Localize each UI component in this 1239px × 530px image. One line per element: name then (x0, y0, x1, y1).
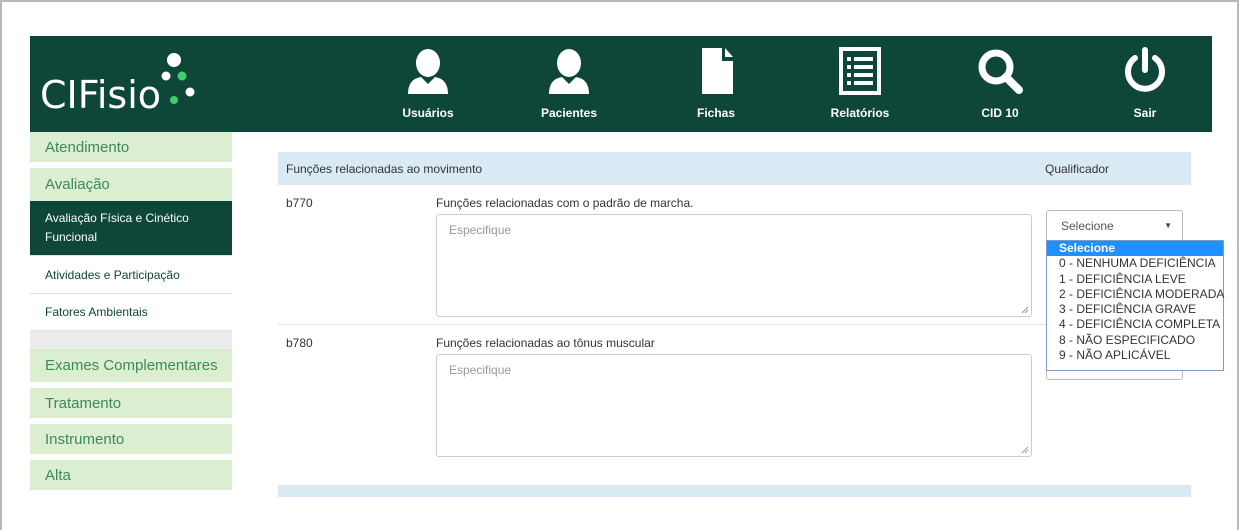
sidebar-subitem-avaliacao-fisica[interactable]: Avaliação Física e Cinético Funcional (30, 201, 232, 256)
sidebar-subitem-fatores[interactable]: Fatores Ambientais (30, 294, 232, 331)
nav-relatorios[interactable]: Relatórios (805, 36, 915, 132)
nav-label: Relatórios (830, 106, 890, 120)
sidebar-item-label: Fatores Ambientais (45, 305, 148, 319)
patient-icon (549, 49, 589, 94)
dropdown-option[interactable]: 3 - DEFICIÊNCIA GRAVE (1047, 302, 1223, 317)
dropdown-option[interactable]: 9 - NÃO APLICÁVEL (1047, 348, 1223, 363)
resize-handle-icon[interactable] (1021, 446, 1029, 454)
nav-fichas[interactable]: Fichas (661, 36, 771, 132)
main-nav: Usuários Pacientes Fichas Relatórios CID… (30, 36, 1212, 132)
sidebar-item-exames[interactable]: Exames Complementares (30, 349, 232, 382)
sidebar-spacer (30, 331, 232, 349)
document-icon (702, 48, 733, 94)
dropdown-option[interactable]: 0 - NENHUMA DEFICIÊNCIA (1047, 256, 1223, 271)
resize-handle-icon[interactable] (1021, 306, 1029, 314)
sidebar-item-label: Avaliação (45, 176, 110, 193)
sidebar-item-label: Instrumento (45, 430, 125, 448)
sidebar-item-instrumento[interactable]: Instrumento (30, 424, 232, 454)
select-value: Selecione (1061, 219, 1114, 233)
nav-label: Sair (1133, 106, 1157, 120)
specify-textarea[interactable]: Especifique (436, 214, 1032, 317)
qualifier-dropdown-list: Selecione 0 - NENHUMA DEFICIÊNCIA 1 - DE… (1046, 240, 1224, 371)
textarea-placeholder: Especifique (449, 223, 512, 237)
search-icon (978, 49, 1023, 94)
nav-sair[interactable]: Sair (1090, 36, 1200, 132)
sidebar-item-label: Atendimento (45, 138, 130, 156)
sidebar-item-avaliacao[interactable]: Avaliação (30, 168, 232, 201)
dropdown-option[interactable]: 1 - DEFICIÊNCIA LEVE (1047, 272, 1223, 287)
sidebar-item-label: Tratamento (45, 394, 122, 412)
caret-down-icon: ▼ (1164, 221, 1172, 230)
dropdown-option[interactable]: Selecione (1047, 241, 1223, 257)
row-description: Funções relacionadas com o padrão de mar… (436, 196, 694, 210)
user-icon (408, 49, 448, 94)
qualifier-select-b770[interactable]: Selecione ▼ (1046, 210, 1183, 242)
next-section-header (278, 485, 1191, 497)
power-icon (1125, 47, 1165, 92)
qualifier-header: Qualificador (1045, 162, 1110, 176)
sidebar-item-label: Exames Complementares (45, 357, 218, 374)
sidebar-item-atendimento[interactable]: Atendimento (30, 132, 232, 162)
dropdown-option[interactable]: 2 - DEFICIÊNCIA MODERADA (1047, 287, 1224, 302)
nav-pacientes[interactable]: Pacientes (514, 36, 624, 132)
row-description: Funções relacionadas ao tônus muscular (436, 336, 655, 350)
nav-label: Usuários (402, 106, 454, 120)
row-code: b770 (286, 196, 313, 210)
sidebar-item-label: Avaliação Física e Cinético Funcional (45, 211, 189, 244)
nav-label: CID 10 (981, 106, 1019, 120)
section-header: Funções relacionadas ao movimento Qualif… (278, 152, 1191, 185)
sidebar-item-alta[interactable]: Alta (30, 460, 232, 490)
nav-label: Pacientes (540, 106, 598, 120)
sidebar-subitem-atividades[interactable]: Atividades e Participação (30, 256, 232, 294)
dropdown-option[interactable]: 8 - NÃO ESPECIFICADO (1047, 333, 1223, 348)
specify-textarea[interactable]: Especifique (436, 354, 1032, 457)
report-icon (839, 47, 881, 95)
row-code: b780 (286, 336, 313, 350)
nav-label: Fichas (696, 106, 735, 120)
sidebar-item-label: Alta (45, 466, 71, 484)
sidebar-item-label: Atividades e Participação (45, 267, 180, 282)
nav-cid10[interactable]: CID 10 (945, 36, 1055, 132)
dropdown-option[interactable]: 4 - DEFICIÊNCIA COMPLETA (1047, 317, 1223, 332)
sidebar-item-tratamento[interactable]: Tratamento (30, 388, 232, 418)
nav-usuarios[interactable]: Usuários (373, 36, 483, 132)
textarea-placeholder: Especifique (449, 363, 512, 377)
section-title: Funções relacionadas ao movimento (286, 162, 483, 176)
top-header: CIFisio Usuários Pacientes Fichas Relató… (30, 36, 1212, 132)
